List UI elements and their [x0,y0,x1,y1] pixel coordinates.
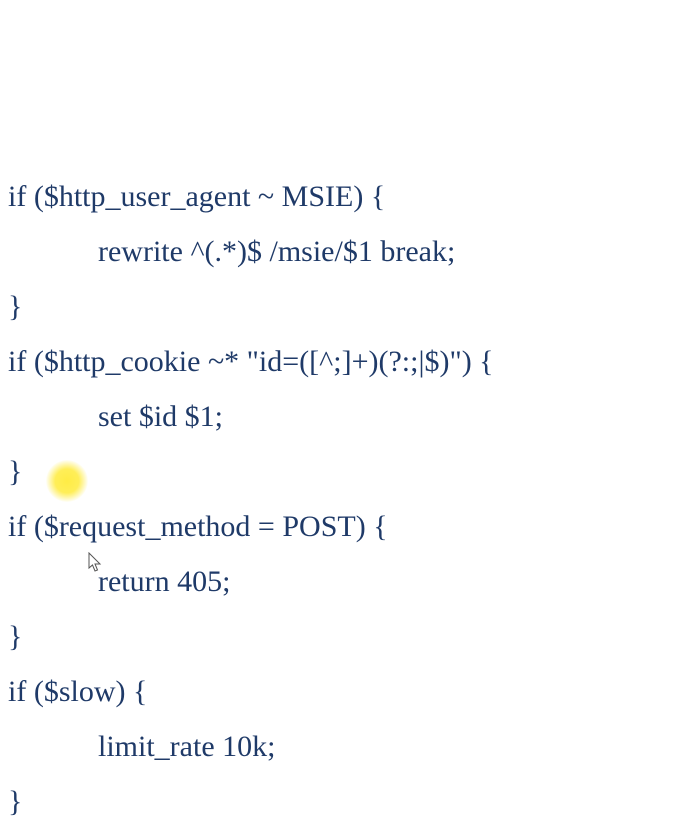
code-line: if ($request_method = POST) { [8,510,388,543]
code-line: } [8,785,22,818]
cursor-highlight [46,460,88,502]
code-line: limit_rate 10k; [8,730,275,763]
code-line: return 405; [8,565,230,598]
code-line: } [8,290,22,323]
code-line: } [8,620,22,653]
code-line: if ($slow) { [8,675,147,708]
code-line: if ($http_cookie ~* "id=([^;]+)(?:;|$)")… [8,345,494,378]
code-line: rewrite ^(.*)$ /msie/$1 break; [8,235,455,268]
code-snippet: if ($http_user_agent ~ MSIE) { rewrite ^… [0,0,687,836]
code-line: if ($http_user_agent ~ MSIE) { [8,180,385,213]
code-line: set $id $1; [8,400,223,433]
code-line: } [8,455,22,488]
